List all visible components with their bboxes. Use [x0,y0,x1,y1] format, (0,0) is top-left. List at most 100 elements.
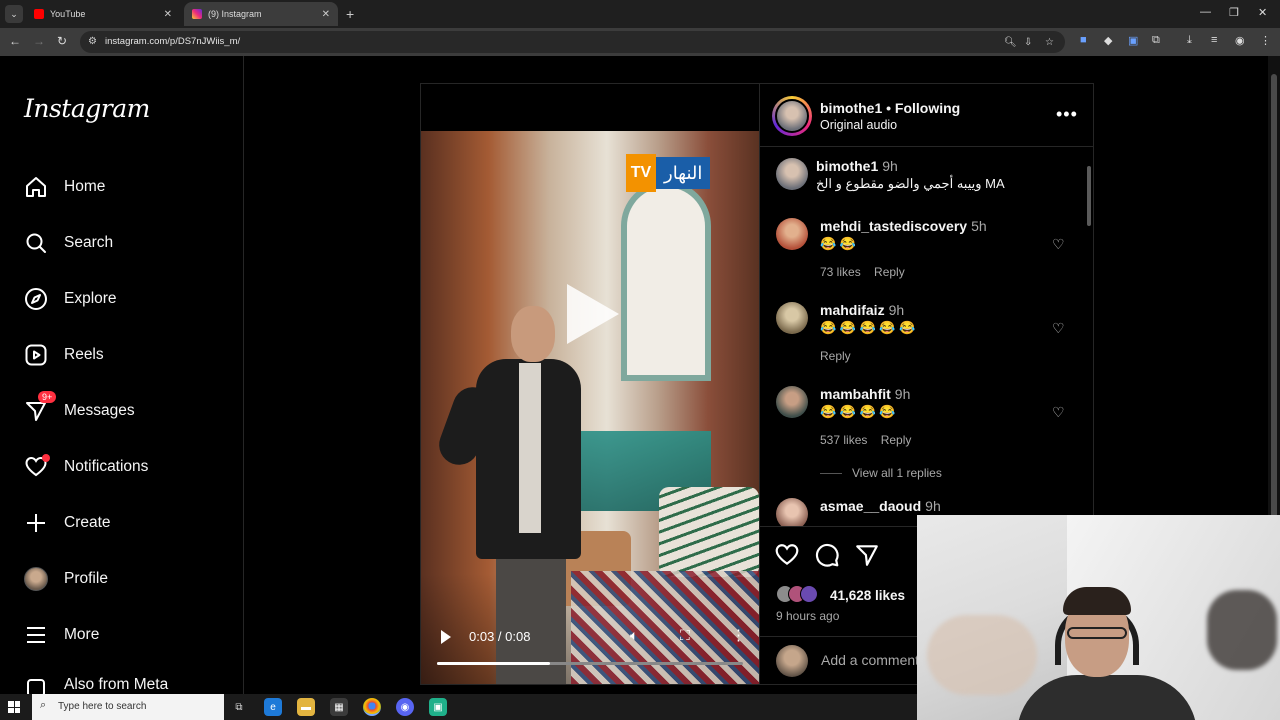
avatar[interactable] [776,498,808,526]
comments-scrollbar[interactable] [1085,150,1093,524]
avatar[interactable] [776,386,808,418]
comment-username[interactable]: mambahfit 9h [820,386,910,402]
task-view-icon[interactable]: ⧉ [230,698,248,716]
comment-icon[interactable] [814,542,840,568]
sidebar-item-home[interactable]: Home [24,172,234,202]
address-bar[interactable]: ⚙ instagram.com/p/DS7nJWiis_m/ 🔍︎ ⇩ ☆ [80,31,1065,53]
extension-icon[interactable]: ◆ [1104,34,1112,47]
zoom-icon[interactable]: 🔍︎ [1004,37,1017,48]
comment-time: 9h [882,158,898,174]
tab-search-button[interactable]: ⌄ [5,5,23,23]
sidebar-item-reels[interactable]: Reels [24,340,234,370]
tab-instagram[interactable]: (9) Instagram ✕ [184,2,338,26]
sidebar-item-messages[interactable]: 9+ Messages [24,391,234,426]
reply-button[interactable]: Reply [874,265,905,279]
back-button[interactable]: ← [9,34,21,48]
edge-icon[interactable]: e [264,698,282,716]
extension-2-icon[interactable]: ▣ [1128,34,1138,47]
bookmark-star-icon[interactable]: ☆ [1045,37,1054,48]
sidebar-item-create[interactable]: Create [24,508,234,538]
profile-avatar [24,567,48,591]
play-button[interactable] [441,630,451,644]
like-comment-icon[interactable]: ♡ [1052,320,1065,337]
sidebar-item-notifications[interactable]: Notifications [24,452,234,482]
app-icon[interactable]: ▣ [429,698,447,716]
sidebar-item-label: Messages [64,402,135,419]
fullscreen-icon[interactable]: ⛶ [680,627,690,644]
sidebar-item-label: Home [64,178,106,195]
site-info-icon[interactable]: ⚙ [88,36,97,47]
discord-icon[interactable]: ◉ [396,698,414,716]
downloads-icon[interactable]: ⤓ [1187,34,1192,47]
sidebar-item-label: Create [64,514,111,531]
reply-button[interactable]: Reply [881,433,912,447]
audio-link[interactable]: Original audio [820,118,897,132]
share-icon[interactable] [854,542,880,568]
store-icon[interactable]: ▦ [330,698,348,716]
browser-toolbar: ← → ↻ ⚙ instagram.com/p/DS7nJWiis_m/ 🔍︎ … [0,28,1280,56]
taskbar-search[interactable]: ⌕ Type here to search [32,694,224,720]
chrome-icon[interactable] [363,698,381,716]
profile-icon[interactable]: ◉ [1235,34,1245,47]
sidebar-item-more[interactable]: More [24,620,234,650]
browser-menu-icon[interactable]: ⋮ [1260,34,1271,47]
comment-username[interactable]: asmae__daoud 9h [820,498,941,514]
new-tab-button[interactable]: + [346,6,354,22]
likes-count[interactable]: 41,628 likes [830,588,905,603]
author-avatar[interactable] [772,96,812,136]
avatar[interactable] [776,218,808,250]
more-options-icon[interactable]: ••• [1056,104,1078,125]
windows-start-icon[interactable] [8,701,20,713]
avatar[interactable] [776,302,808,334]
follow-status[interactable]: • Following [886,100,960,116]
install-icon[interactable]: ⇩ [1024,37,1032,48]
sidebar-item-also-from-meta[interactable]: Also from Meta [24,676,234,694]
video-options-icon[interactable]: ⋮ [731,626,746,644]
extensions-puzzle-icon[interactable]: ⧉ [1152,34,1160,47]
post-video[interactable]: TV النهار 0:03 / 0:08 🔈︎ ⛶ ⋮ [421,84,759,684]
like-heart-icon[interactable] [774,542,800,568]
play-overlay-icon[interactable] [567,284,619,344]
video-frame [421,131,759,684]
sidebar-item-profile[interactable]: Profile [24,564,234,594]
forward-button[interactable]: → [33,34,45,48]
file-explorer-icon[interactable]: ▬ [297,698,315,716]
reload-button[interactable]: ↻ [57,34,67,48]
comment-likes[interactable]: 537 likes Reply [820,433,911,447]
sidebar-item-label: More [64,626,100,643]
channel-watermark-logo: TV النهار [626,154,711,192]
reply-button[interactable]: Reply [820,349,851,363]
sidebar-item-explore[interactable]: Explore [24,284,234,314]
comments-list: bimothe1 9h وييبه أجمي والضو مقطوع و الخ … [760,148,1094,526]
view-replies-link[interactable]: View all 1 replies [820,466,942,480]
tab-youtube[interactable]: YouTube ✕ [26,2,180,26]
translate-extension-icon[interactable]: ■ [1080,34,1087,46]
comment-username[interactable]: mehdi_tastediscovery 5h [820,218,987,234]
sidebar-item-label: Notifications [64,458,149,475]
minimize-button[interactable]: — [1200,6,1211,18]
video-progress-bar[interactable] [437,662,743,665]
video-progress-fill [437,662,551,665]
close-window-button[interactable]: ✕ [1258,6,1267,19]
like-comment-icon[interactable]: ♡ [1052,236,1065,253]
comment-username[interactable]: bimothe1 9h [816,158,898,174]
comment-time: 9h [888,302,905,318]
avatar[interactable] [776,158,808,190]
compass-icon [24,287,48,311]
like-comment-icon[interactable]: ♡ [1052,404,1065,421]
add-comment-input[interactable]: Add a comment... [821,652,931,668]
sidebar-item-search[interactable]: Search [24,228,234,258]
instagram-logo[interactable]: Instagram [24,94,150,123]
close-tab-icon[interactable]: ✕ [164,9,172,20]
volume-icon[interactable]: 🔈︎ [630,627,638,644]
comment-username[interactable]: mahdifaiz 9h [820,302,904,318]
video-controls: 0:03 / 0:08 🔈︎ ⛶ ⋮ [421,622,759,684]
liker-avatars[interactable] [776,585,832,605]
close-tab-icon[interactable]: ✕ [322,9,330,20]
restore-button[interactable]: ❐ [1229,6,1239,19]
comment-likes[interactable]: 73 likes Reply [820,265,905,279]
media-control-icon[interactable]: ≡ [1211,34,1217,46]
search-icon: ⌕ [40,699,47,711]
post-author[interactable]: bimothe1 • Following [820,100,960,116]
messenger-icon: 9+ [24,391,57,423]
